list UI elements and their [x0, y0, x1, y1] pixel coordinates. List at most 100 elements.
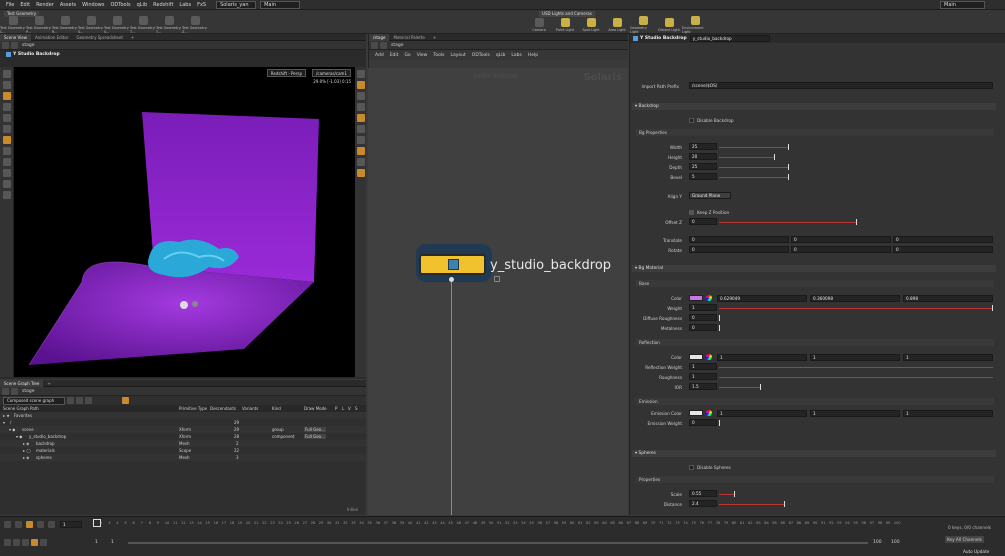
forward-icon[interactable] — [380, 41, 387, 49]
auto-update-button[interactable]: Auto Update — [963, 549, 989, 554]
menu-windows[interactable]: Windows — [82, 2, 104, 8]
reflection-color-swatch[interactable] — [689, 354, 703, 360]
reflection-color-g-field[interactable]: 1 — [810, 354, 900, 361]
network-path[interactable]: stage — [391, 43, 404, 48]
net-menu-view[interactable]: View — [417, 53, 428, 58]
tree-row[interactable]: ▸ ★ Favorites — [0, 412, 366, 419]
diffuse-roughness-field[interactable]: 0 — [689, 314, 717, 321]
back-icon[interactable] — [2, 387, 9, 395]
search-icon[interactable] — [85, 397, 92, 404]
range-icon[interactable] — [22, 539, 29, 546]
jump-start-icon[interactable] — [4, 521, 11, 528]
point-light-tool[interactable]: Point Light — [552, 18, 578, 32]
col-header-draw-mode[interactable]: Draw Mode — [304, 406, 327, 411]
end-frame-2-field[interactable]: 100 — [891, 540, 900, 545]
emission-weight-slider-handle[interactable] — [719, 420, 720, 426]
view-tool-icon[interactable] — [2, 81, 11, 89]
shelf-tab-usd-lights[interactable]: USD Lights and Cameras — [539, 10, 595, 17]
audio-icon[interactable] — [31, 539, 38, 546]
shelf-tool[interactable]: Test Geometry: T... — [156, 16, 182, 34]
light-tool-icon[interactable] — [2, 147, 11, 155]
width-slider[interactable] — [719, 147, 789, 148]
back-icon[interactable] — [2, 41, 9, 49]
diffuse-roughness-slider-handle[interactable] — [719, 315, 720, 321]
shelf-tool[interactable]: Test Geometry: Z... — [182, 16, 208, 34]
col-header-type[interactable]: Primitive Type — [179, 406, 207, 411]
translate-z-field[interactable]: 0 — [893, 236, 993, 243]
emission-color-b-field[interactable]: 1 — [903, 410, 993, 417]
snap-icon[interactable] — [2, 180, 11, 188]
menu-fxs[interactable]: FxS — [197, 2, 206, 8]
reflection-color-b-field[interactable]: 1 — [903, 354, 993, 361]
node-name-field[interactable]: y_studio_backdrop — [689, 35, 770, 42]
shelf-tool[interactable]: Test Geometry: R... — [52, 16, 78, 34]
grid-icon[interactable] — [356, 103, 365, 111]
context-dropdown[interactable]: Main — [260, 0, 301, 9]
add-tab-button[interactable]: + — [429, 34, 440, 41]
area-light-tool[interactable]: Area Light — [604, 18, 630, 32]
scale-field[interactable]: 0.55 — [689, 490, 717, 497]
points-icon[interactable] — [356, 136, 365, 144]
roughness-slider[interactable] — [719, 377, 993, 378]
add-tab-button[interactable]: + — [127, 34, 138, 41]
scale-slider-handle[interactable] — [734, 491, 735, 497]
ior-field[interactable]: 1.5 — [689, 383, 717, 390]
offset-z-field[interactable]: 0 — [689, 218, 717, 225]
metalness-field[interactable]: 0 — [689, 324, 717, 331]
distance-field[interactable]: 2.4 — [689, 500, 717, 507]
tree-row[interactable]: ▸ ◯ materials Scope 22 — [0, 447, 366, 454]
rotate-x-field[interactable]: 0 — [689, 246, 789, 253]
subsection-emission[interactable]: Emission — [636, 398, 994, 405]
forward-icon[interactable] — [11, 387, 18, 395]
translate-y-field[interactable]: 0 — [791, 236, 891, 243]
translate-x-field[interactable]: 0 — [689, 236, 789, 243]
stop-icon[interactable] — [26, 521, 33, 528]
display-options-icon[interactable] — [356, 70, 365, 78]
weight-slider[interactable] — [719, 308, 993, 309]
section-bg-material[interactable]: ▾ Bg Material — [632, 265, 996, 272]
render-icon[interactable] — [356, 114, 365, 122]
distance-slider-handle[interactable] — [784, 501, 785, 507]
loop-icon[interactable] — [13, 539, 20, 546]
tab-scene-graph-tree[interactable]: Scene Graph Tree — [0, 379, 44, 387]
import-path-field[interactable]: /scene/$OS/ — [689, 82, 993, 89]
weight-slider-handle[interactable] — [992, 305, 993, 311]
move-tool-icon[interactable] — [2, 103, 11, 111]
jump-end-icon[interactable] — [48, 521, 55, 528]
menu-redshift[interactable]: Redshift — [153, 2, 173, 8]
keep-z-checkbox[interactable] — [689, 210, 694, 215]
reflection-color-r-field[interactable]: 1 — [717, 354, 807, 361]
tab-geometry-spreadsheet[interactable]: Geometry Spreadsheet — [72, 34, 126, 41]
distance-slider[interactable] — [719, 504, 785, 505]
menu-odtools[interactable]: ODTools — [110, 2, 130, 8]
bevel-slider[interactable] — [719, 177, 789, 178]
ior-slider[interactable] — [719, 387, 761, 388]
timeline-ruler[interactable]: 1 2 3 4 5 6 7 8 9 10 11 12 13 14 15 16 17 18 19 20 21 22 23 24 2… — [92, 519, 902, 527]
emission-color-g-field[interactable]: 1 — [810, 410, 900, 417]
emission-color-swatch[interactable] — [689, 410, 703, 416]
tree-row[interactable]: ▸ ◈ backdrop Mesh 2 — [0, 440, 366, 447]
right-desktop-dropdown[interactable]: Main — [940, 0, 985, 9]
pose-tool-icon[interactable] — [2, 136, 11, 144]
distant-light-tool[interactable]: Distant Light — [656, 18, 682, 32]
section-backdrop[interactable]: ▾ Backdrop — [632, 103, 996, 110]
end-frame-field[interactable]: 100 — [873, 540, 882, 545]
flipbook-icon[interactable] — [356, 169, 365, 177]
scale-slider[interactable] — [719, 494, 735, 495]
tab-stage[interactable]: /stage — [369, 33, 390, 41]
menu-qlib[interactable]: qLib — [137, 2, 148, 8]
filter-icon[interactable] — [67, 397, 74, 404]
net-menu-labs[interactable]: Labs — [511, 53, 521, 58]
draw-mode-dropdown[interactable]: Full Geo... — [304, 427, 326, 432]
menu-assets[interactable]: Assets — [60, 2, 76, 8]
start-frame-2-field[interactable]: 1 — [111, 540, 114, 545]
camera-tool[interactable]: Camera — [526, 18, 552, 32]
shelf-tool[interactable]: Test Geometry: S... — [104, 16, 130, 34]
color-wheel-icon[interactable] — [706, 410, 712, 416]
col-header-path[interactable]: Scene Graph Path — [3, 406, 39, 411]
disable-backdrop-checkbox[interactable] — [689, 118, 694, 123]
base-color-g-field[interactable]: 0.360098 — [810, 295, 900, 302]
menu-file[interactable]: File — [6, 2, 14, 8]
offset-z-slider[interactable] — [719, 222, 857, 223]
emission-weight-field[interactable]: 0 — [689, 419, 717, 426]
